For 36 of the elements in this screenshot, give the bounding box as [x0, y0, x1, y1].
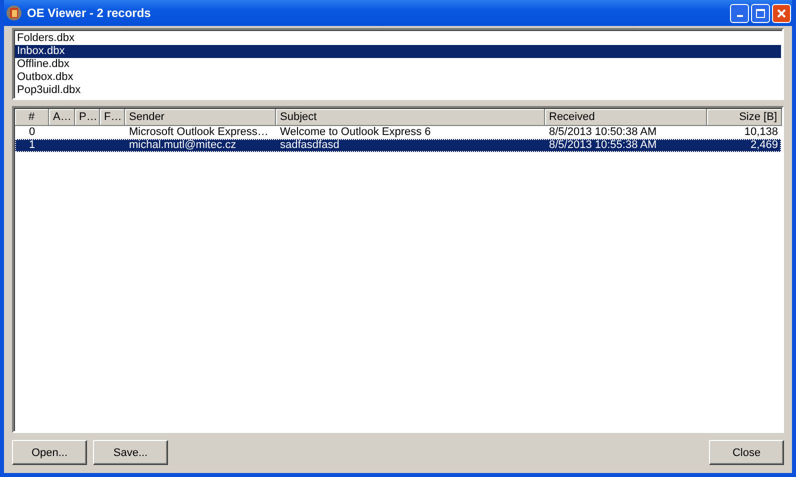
- table-cell-text: Welcome to Outlook Express 6: [279, 126, 432, 139]
- maximize-icon: [756, 8, 765, 18]
- table-cell-text: sadfasdfasd: [279, 139, 340, 152]
- table-cell-text: 10,138: [743, 126, 779, 139]
- minimize-icon: [736, 14, 742, 16]
- column-header[interactable]: Size [B]: [707, 109, 782, 126]
- table-cell-text: michal.mutl@mitec.cz: [128, 139, 238, 152]
- column-header[interactable]: Subject: [276, 109, 545, 126]
- table-row[interactable]: 1 michal.mutl@mitec.cz sadfasdfasd 8/5/2013 10:55:38 AM 2,469: [15, 139, 781, 152]
- file-item[interactable]: Folders.dbx: [15, 32, 781, 45]
- column-header[interactable]: Sender: [125, 109, 276, 126]
- table-cell-text: 8/5/2013 10:55:38 AM: [548, 139, 658, 152]
- file-item[interactable]: Offline.dbx: [15, 58, 781, 71]
- app-icon: [6, 5, 22, 21]
- column-header[interactable]: #: [15, 109, 49, 126]
- column-header[interactable]: Received: [545, 109, 707, 126]
- file-item[interactable]: Outbox.dbx: [15, 71, 781, 84]
- table-cell-text: 2,469: [749, 139, 779, 152]
- window-title: OE Viewer - 2 records: [27, 6, 151, 20]
- file-item[interactable]: Pop3uidl.dbx: [15, 84, 781, 97]
- maximize-button[interactable]: [751, 4, 770, 22]
- table-cell-text: 0: [28, 126, 36, 139]
- table-cell-text: Microsoft Outlook Express…: [128, 126, 270, 139]
- minimize-button[interactable]: [730, 4, 749, 22]
- close-dialog-button[interactable]: Close: [709, 440, 784, 465]
- table-cell-text: 1: [28, 139, 36, 152]
- column-header[interactable]: F…: [100, 109, 125, 126]
- table-row[interactable]: 0 Microsoft Outlook Express… Welcome to Outlook Express 6 8/5/2013 10:50:38 AM 10,138: [15, 126, 781, 139]
- file-item[interactable]: Inbox.dbx: [15, 45, 781, 58]
- table-cell-text: 8/5/2013 10:50:38 AM: [548, 126, 658, 139]
- column-header[interactable]: P…: [75, 109, 100, 126]
- close-icon: [777, 8, 786, 18]
- close-button[interactable]: [772, 4, 791, 22]
- action-button[interactable]: Save...: [93, 440, 168, 465]
- column-header[interactable]: A…: [49, 109, 75, 126]
- action-button[interactable]: Open...: [12, 440, 87, 465]
